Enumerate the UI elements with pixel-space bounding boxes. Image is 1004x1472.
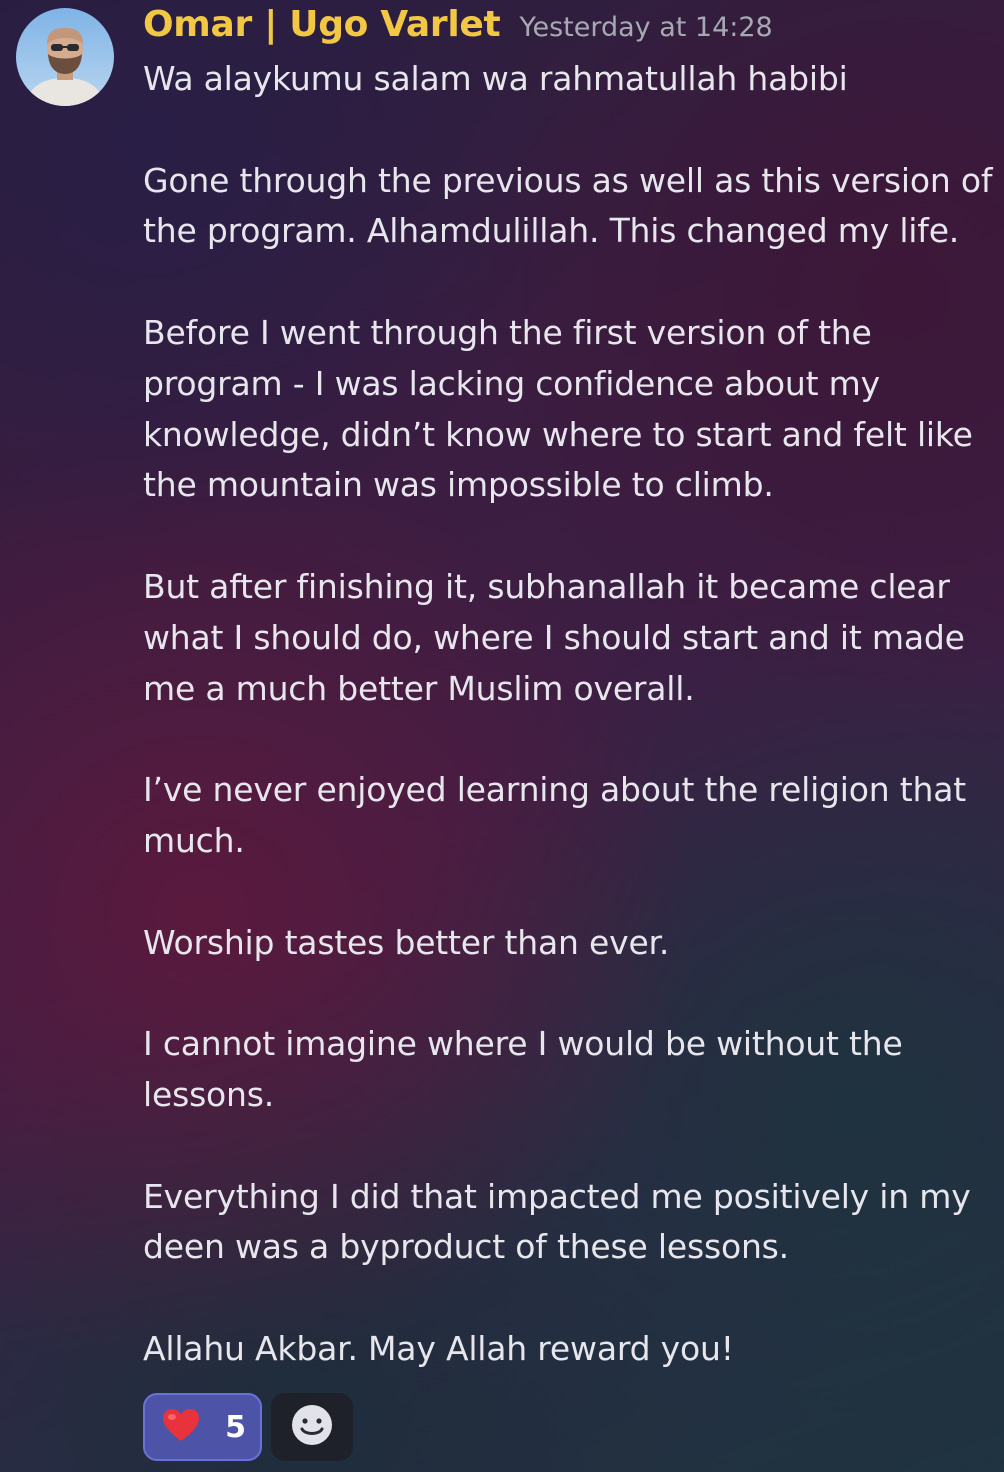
message-paragraph: Wa alaykumu salam wa rahmatullah habibi (143, 59, 848, 98)
message-paragraph: Gone through the previous as well as thi… (143, 160, 993, 251)
heart-reaction-button[interactable]: 5 (143, 1393, 262, 1461)
message-paragraph: I’ve never enjoyed learning about the re… (143, 770, 966, 860)
message-header: Omar | Ugo Varlet Yesterday at 14:28 (143, 4, 773, 45)
reactions-bar: 5 (143, 1393, 353, 1461)
message-paragraph: Everything I did that impacted me positi… (143, 1176, 971, 1267)
message-paragraph: Worship tastes better than ever. (143, 922, 670, 962)
reaction-count: 5 (225, 1409, 246, 1445)
user-photo (16, 8, 114, 106)
message-body: Wa alaykumu salam wa rahmatullah habibi … (143, 54, 995, 1375)
author-name[interactable]: Omar | Ugo Varlet (143, 4, 501, 45)
message-timestamp: Yesterday at 14:28 (519, 12, 773, 43)
message-paragraph: But after finishing it, subhanallah it b… (143, 566, 965, 708)
add-reaction-button[interactable] (271, 1393, 353, 1461)
add-reaction-icon (290, 1403, 334, 1451)
avatar[interactable] (16, 8, 114, 106)
message-paragraph: Before I went through the first version … (143, 312, 973, 505)
heart-icon (161, 1407, 201, 1447)
message-paragraph: I cannot imagine where I would be withou… (143, 1024, 903, 1114)
message-paragraph: Allahu Akbar. May Allah reward you! (143, 1328, 734, 1368)
